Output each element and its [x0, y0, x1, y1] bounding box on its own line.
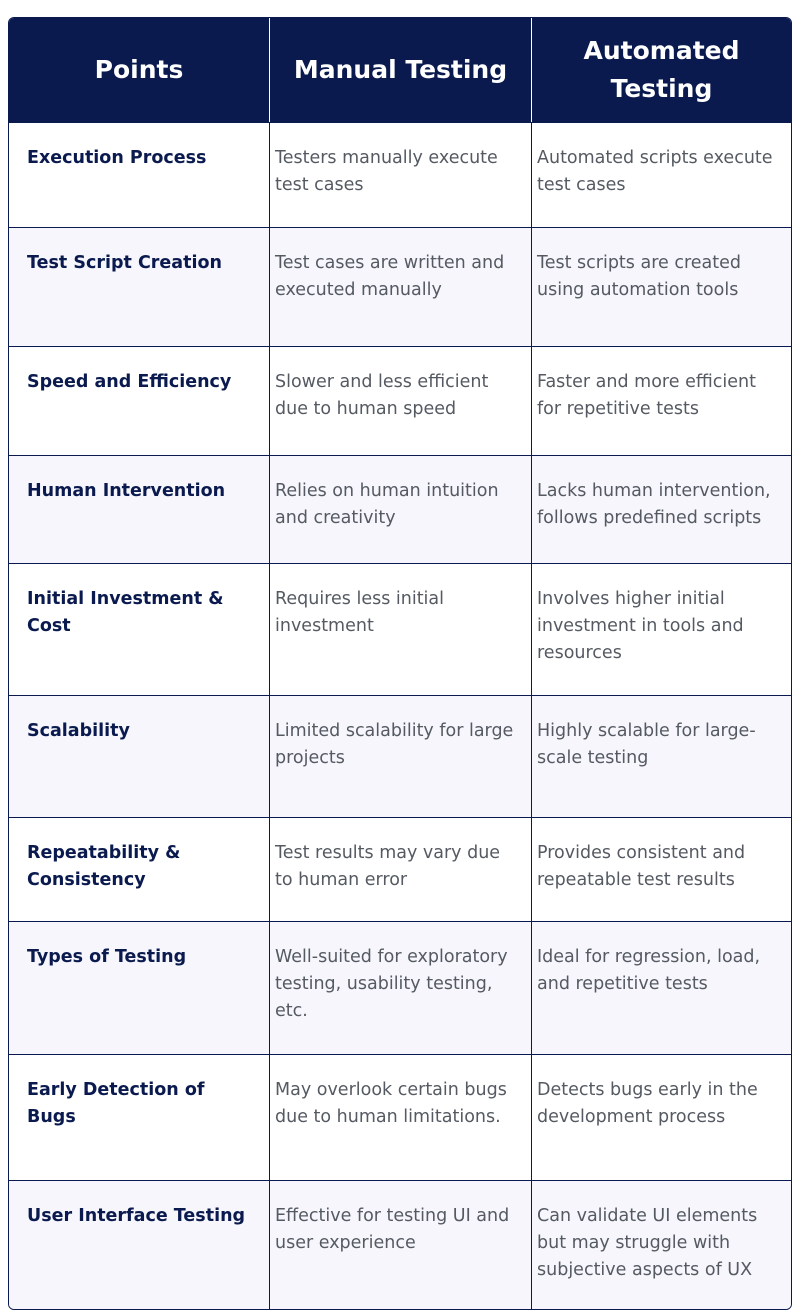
table-row: Repeatability & Consistency Test results … [9, 817, 791, 921]
automated-cell: Provides consistent and repeatable test … [531, 818, 791, 921]
automated-cell: Can validate UI elements but may struggl… [531, 1181, 791, 1309]
point-cell: Test Script Creation [27, 253, 222, 273]
automated-cell: Involves higher initial investment in to… [531, 564, 791, 695]
automated-cell: Detects bugs early in the development pr… [531, 1055, 791, 1180]
point-cell: Initial Investment & Cost [27, 589, 224, 636]
table-row: Early Detection of Bugs May overlook cert… [9, 1054, 791, 1180]
manual-cell: Testers manually execute test cases [269, 123, 531, 227]
table-row: Execution Process Testers manually execut… [9, 122, 791, 227]
manual-cell: Effective for testing UI and user experi… [269, 1181, 531, 1309]
comparison-table: Points Manual Testing Automated Testing … [8, 17, 792, 1310]
manual-cell: Relies on human intuition and creativity [269, 456, 531, 563]
manual-cell: Limited scalability for large projects [269, 696, 531, 817]
automated-cell: Lacks human intervention, follows predef… [531, 456, 791, 563]
point-cell: Repeatability & Consistency [27, 843, 181, 890]
manual-cell: Well-suited for exploratory testing, usa… [269, 922, 531, 1054]
point-cell: Types of Testing [27, 947, 187, 967]
manual-cell: Requires less initial investment [269, 564, 531, 695]
table-row: Test Script Creation Test cases are writt… [9, 227, 791, 346]
table-row: Speed and Efficiency Slower and less effi… [9, 346, 791, 455]
table-row: User Interface Testing Effective for test… [9, 1180, 791, 1309]
point-cell: Early Detection of Bugs [27, 1080, 205, 1127]
table-header: Points Manual Testing Automated Testing [9, 18, 791, 122]
manual-cell: Slower and less efficient due to human s… [269, 347, 531, 455]
automated-cell: Highly scalable for large-scale testing [531, 696, 791, 817]
point-cell: User Interface Testing [27, 1206, 246, 1226]
automated-cell: Automated scripts execute test cases [531, 123, 791, 227]
point-cell: Execution Process [27, 148, 207, 168]
table-row: Scalability Limited scalability for large… [9, 695, 791, 817]
header-points: Points [94, 55, 184, 84]
point-cell: Scalability [27, 721, 130, 741]
point-cell: Human Intervention [27, 481, 226, 501]
automated-cell: Ideal for regression, load, and repetiti… [531, 922, 791, 1054]
manual-cell: Test cases are written and executed manu… [269, 228, 531, 346]
automated-cell: Test scripts are created using automatio… [531, 228, 791, 346]
automated-cell: Faster and more efficient for repetitive… [531, 347, 791, 455]
header-manual-testing: Manual Testing [269, 18, 531, 122]
table-row: Human Intervention Relies on human intuit… [9, 455, 791, 563]
point-cell: Speed and Efficiency [27, 372, 232, 392]
header-automated-testing: Automated Testing [531, 18, 791, 122]
table-row: Types of Testing Well-suited for explorat… [9, 921, 791, 1054]
table-row: Initial Investment & Cost Requires less i… [9, 563, 791, 695]
manual-cell: Test results may vary due to human error [269, 818, 531, 921]
manual-cell: May overlook certain bugs due to human l… [269, 1055, 531, 1180]
